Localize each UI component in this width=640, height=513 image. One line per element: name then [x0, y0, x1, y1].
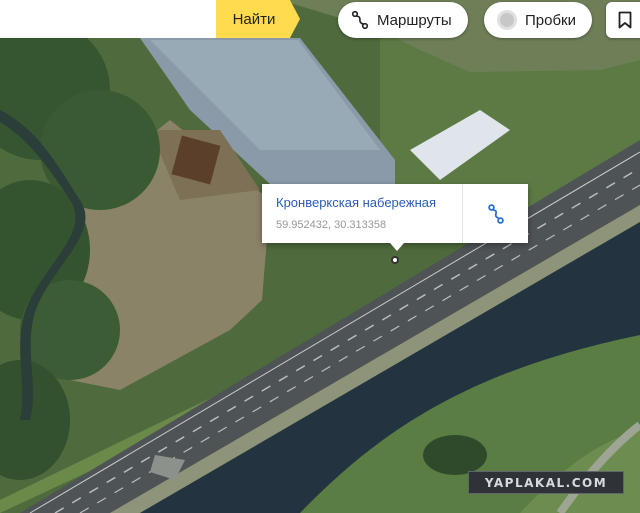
- location-balloon: Кронверкская набережная 59.952432, 30.31…: [262, 184, 528, 251]
- map-point-marker: [391, 256, 399, 264]
- search-bar: Найти: [0, 0, 300, 38]
- bookmarks-button[interactable]: [606, 2, 640, 38]
- search-input[interactable]: [0, 0, 220, 38]
- address-link[interactable]: Кронверкская набережная: [276, 195, 462, 210]
- traffic-label: Пробки: [525, 11, 576, 29]
- route-to-icon: [486, 203, 506, 225]
- traffic-light-icon: [496, 9, 518, 31]
- satellite-map[interactable]: [0, 0, 640, 513]
- coordinates-text: 59.952432, 30.313358: [276, 219, 387, 231]
- routes-button[interactable]: Маршруты: [338, 2, 468, 38]
- route-icon: [350, 10, 370, 30]
- traffic-button[interactable]: Пробки: [484, 2, 592, 38]
- balloon-info: Кронверкская набережная 59.952432, 30.31…: [262, 184, 462, 243]
- route-to-button[interactable]: [463, 184, 528, 243]
- search-button[interactable]: Найти: [216, 0, 300, 38]
- watermark: YAPLAKAL.COM: [468, 471, 624, 494]
- routes-label: Маршруты: [377, 11, 452, 29]
- bookmark-icon: [618, 11, 632, 29]
